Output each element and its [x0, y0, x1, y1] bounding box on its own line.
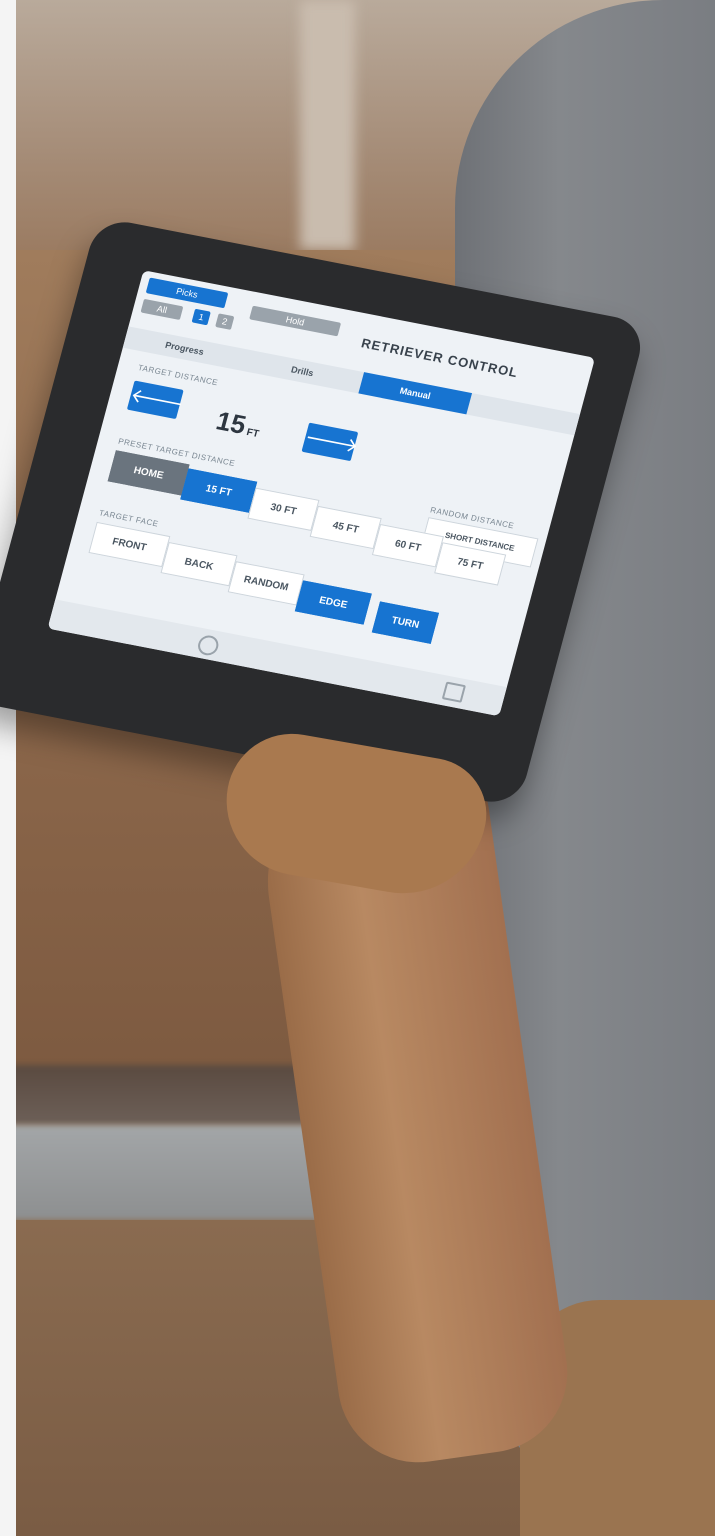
shelf-post — [300, 0, 355, 250]
left-border — [0, 0, 16, 1536]
page-2-button[interactable]: 2 — [215, 313, 235, 330]
clock-icon[interactable] — [195, 633, 221, 658]
bottom-nav — [47, 599, 507, 717]
turn-button[interactable]: TURN — [371, 601, 439, 644]
tab-manual[interactable]: Manual — [358, 372, 473, 415]
preset-45ft[interactable]: 45 FT — [309, 505, 382, 550]
tab-drills[interactable]: Drills — [245, 350, 359, 392]
preset-30ft[interactable]: 30 FT — [247, 487, 320, 531]
distance-value: 15 — [213, 405, 250, 440]
map-icon[interactable] — [441, 681, 467, 703]
face-edge[interactable]: EDGE — [294, 580, 372, 625]
page-1-button[interactable]: 1 — [191, 308, 211, 326]
hold-button[interactable]: Hold — [249, 305, 342, 337]
face-front[interactable]: FRONT — [88, 521, 171, 568]
distance-unit: FT — [245, 427, 261, 440]
page-title: RETRIEVER CONTROL — [359, 335, 520, 381]
increase-distance-button[interactable]: 🡒 — [301, 422, 361, 462]
decrease-distance-button[interactable]: 🡐 — [126, 380, 186, 420]
distance-readout: 15FT — [213, 405, 264, 443]
face-back[interactable]: BACK — [160, 541, 238, 587]
preset-15ft[interactable]: 15 FT — [180, 468, 258, 513]
tablet-screen: Picks All 1 2 Hold RETRIEVER CONTROL Pro… — [47, 270, 596, 717]
face-random[interactable]: RANDOM — [227, 561, 305, 606]
all-button[interactable]: All — [140, 298, 184, 321]
